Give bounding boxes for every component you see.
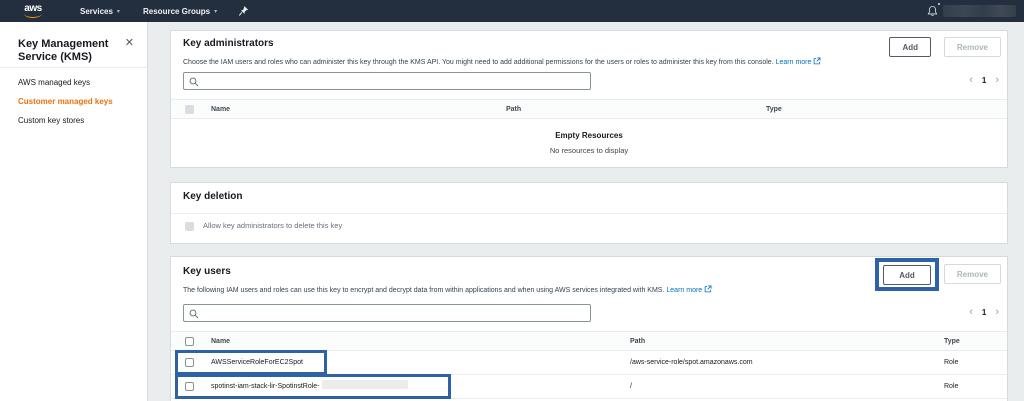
table-row-spotinst-role[interactable]: spotinst-iam-stack-lir-SpotinstRole- / R…: [171, 375, 1007, 399]
allow-deletion-label: Allow key administrators to delete this …: [203, 221, 342, 230]
row-path: /aws-service-role/spot.amazonaws.com: [630, 351, 753, 375]
column-path: Path: [630, 332, 645, 352]
sidebar-item-custom-key-stores[interactable]: Custom key stores: [18, 116, 139, 125]
empty-state: Empty Resources No resources to display: [171, 131, 1007, 155]
chevron-down-icon: ▾: [214, 8, 217, 15]
search-icon: [189, 77, 199, 87]
sidebar-item-aws-managed-keys[interactable]: AWS managed keys: [18, 78, 139, 87]
key-deletion-panel: Key deletion Allow key administrators to…: [170, 182, 1008, 244]
empty-state-title: Empty Resources: [171, 131, 1007, 140]
sidebar-divider: [0, 67, 147, 68]
sidebar-item-customer-managed-keys[interactable]: Customer managed keys: [18, 97, 139, 106]
page-number[interactable]: 1: [982, 76, 986, 85]
key-administrators-title: Key administrators: [183, 38, 274, 49]
nav-services-menu[interactable]: Services ▾: [80, 0, 120, 22]
column-name: Name: [211, 100, 230, 120]
top-nav-bar: aws Services ▾ Resource Groups ▾: [0, 0, 1024, 22]
remove-button[interactable]: Remove: [944, 264, 1001, 284]
redacted-role-suffix: [322, 380, 408, 389]
pagination: ‹ 1 ›: [969, 307, 999, 317]
row-name: AWSServiceRoleForEC2Spot: [211, 351, 303, 375]
row-name: spotinst-iam-stack-lir-SpotinstRole-: [211, 375, 408, 399]
key-users-title: Key users: [183, 266, 231, 277]
pushpin-icon[interactable]: [238, 0, 249, 22]
page-next-icon[interactable]: ›: [995, 307, 999, 317]
remove-button[interactable]: Remove: [944, 37, 1001, 57]
chevron-down-icon: ▾: [117, 8, 120, 15]
redacted-account-info: [943, 5, 1016, 17]
search-icon: [189, 309, 199, 319]
page-previous-icon[interactable]: ‹: [969, 75, 973, 85]
add-button[interactable]: Add: [883, 265, 931, 285]
add-button[interactable]: Add: [889, 37, 931, 57]
table-header: Name Path Type: [171, 331, 1007, 351]
close-icon[interactable]: ✕: [125, 38, 134, 49]
row-checkbox[interactable]: [185, 358, 194, 367]
column-type: Type: [944, 332, 960, 352]
table-row-aws-service-role[interactable]: AWSServiceRoleForEC2Spot /aws-service-ro…: [171, 351, 1007, 375]
aws-logo[interactable]: aws: [24, 0, 42, 22]
key-administrators-description: Choose the IAM users and roles who can a…: [183, 57, 997, 66]
row-path: /: [630, 375, 632, 399]
notification-badge: [938, 3, 940, 5]
notification-bell-icon[interactable]: [927, 0, 938, 22]
external-link-icon: [704, 285, 712, 293]
column-type: Type: [766, 100, 782, 120]
search-input[interactable]: [202, 73, 587, 89]
search-input[interactable]: [202, 305, 587, 321]
learn-more-link[interactable]: Learn more: [666, 287, 712, 294]
kms-console-screen: aws Services ▾ Resource Groups ▾ K: [0, 0, 1024, 401]
external-link-icon: [813, 57, 821, 65]
nav-resource-groups-menu[interactable]: Resource Groups ▾: [143, 0, 217, 22]
page-previous-icon[interactable]: ‹: [969, 307, 973, 317]
empty-state-subtitle: No resources to display: [171, 146, 1007, 155]
key-users-description: The following IAM users and roles can us…: [183, 285, 997, 294]
page-number[interactable]: 1: [982, 308, 986, 317]
pagination: ‹ 1 ›: [969, 75, 999, 85]
key-administrators-panel: Key administrators Add Remove Choose the…: [170, 30, 1008, 168]
section-divider: [171, 213, 1007, 214]
key-deletion-title: Key deletion: [183, 191, 242, 202]
nav-services-label: Services: [80, 7, 113, 16]
select-all-checkbox: [185, 105, 194, 114]
row-type: Role: [944, 351, 958, 375]
learn-more-link[interactable]: Learn more: [776, 59, 822, 66]
search-filter: [183, 72, 591, 90]
row-type: Role: [944, 375, 958, 399]
aws-logo-text: aws: [24, 5, 41, 13]
key-users-panel: Key users Add Remove The following IAM u…: [170, 256, 1008, 401]
select-all-checkbox[interactable]: [185, 337, 194, 346]
column-name: Name: [211, 332, 230, 352]
allow-deletion-checkbox: [185, 222, 194, 231]
sidebar-nav: AWS managed keys Customer managed keys C…: [18, 78, 139, 135]
search-filter: [183, 304, 591, 322]
table-header: Name Path Type: [171, 99, 1007, 119]
sidebar-title: Key Management Service (KMS): [18, 38, 118, 63]
row-checkbox[interactable]: [185, 382, 194, 391]
kms-sidebar: Key Management Service (KMS) ✕ AWS manag…: [0, 22, 148, 401]
column-path: Path: [506, 100, 521, 120]
page-next-icon[interactable]: ›: [995, 75, 999, 85]
nav-resource-groups-label: Resource Groups: [143, 7, 210, 16]
aws-logo-smile: [24, 13, 42, 18]
